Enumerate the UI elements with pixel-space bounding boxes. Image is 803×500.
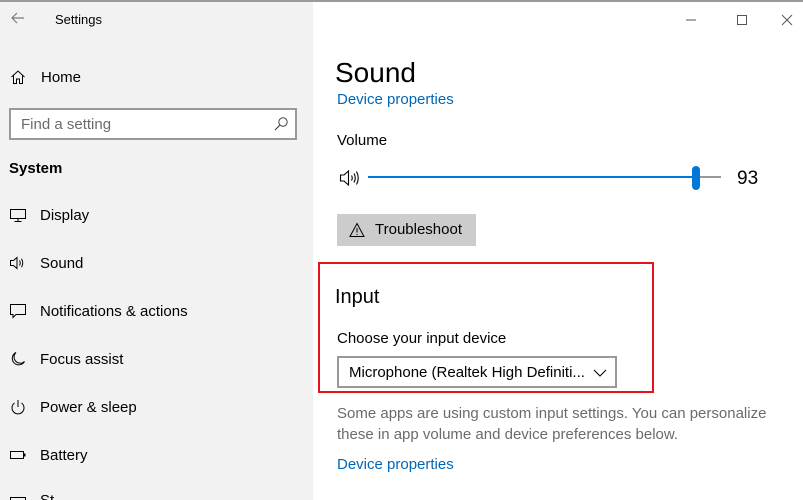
speaker-icon[interactable] — [339, 168, 365, 190]
display-icon — [9, 206, 27, 224]
sidebar-item-label: Power & sleep — [40, 398, 137, 416]
search-input[interactable]: Find a setting — [9, 108, 297, 140]
sidebar-item-label: Focus assist — [40, 350, 124, 368]
battery-icon — [9, 446, 27, 464]
sidebar-item-label: Battery — [40, 446, 88, 464]
maximize-icon — [737, 15, 747, 25]
speaker-icon — [9, 254, 27, 272]
input-heading: Input — [335, 286, 380, 308]
minimize-button[interactable] — [678, 8, 704, 32]
input-description: Some apps are using custom input setting… — [337, 405, 767, 443]
storage-icon — [9, 491, 27, 500]
back-arrow-icon — [11, 12, 24, 24]
home-icon — [9, 68, 27, 86]
troubleshoot-label: Troubleshoot — [375, 221, 462, 238]
chevron-down-icon — [593, 366, 607, 380]
input-device-value: Microphone (Realtek High Definiti... — [349, 364, 585, 381]
warning-icon — [349, 222, 365, 238]
device-properties-link-top[interactable]: Device properties — [337, 91, 454, 111]
volume-value: 93 — [737, 168, 759, 189]
search-icon[interactable] — [273, 116, 289, 132]
device-properties-link-bottom[interactable]: Device properties — [337, 456, 454, 473]
sidebar-item-power-sleep[interactable]: Power & sleep — [0, 387, 313, 427]
sidebar-item-home[interactable]: Home — [0, 57, 313, 97]
notifications-icon — [9, 302, 27, 320]
sidebar-item-notifications[interactable]: Notifications & actions — [0, 291, 313, 331]
moon-icon — [9, 350, 27, 368]
sidebar-item-label: Display — [40, 206, 90, 224]
sidebar-item-focus-assist[interactable]: Focus assist — [0, 339, 313, 379]
troubleshoot-button[interactable]: Troubleshoot — [337, 214, 476, 246]
sidebar-item-sound[interactable]: Sound — [0, 243, 313, 283]
sidebar-item-label: St — [40, 491, 55, 500]
section-label-system: System — [9, 160, 63, 177]
sidebar: Settings Home Find a setting System Disp… — [0, 2, 313, 500]
sidebar-item-label: Home — [41, 68, 82, 86]
sidebar-item-battery[interactable]: Battery — [0, 435, 313, 475]
sidebar-item-label: Notifications & actions — [40, 302, 188, 320]
close-button[interactable] — [774, 8, 800, 32]
main-content: Sound Device properties Volume 93 Troubl… — [313, 2, 803, 500]
choose-input-label: Choose your input device — [337, 330, 507, 347]
back-button[interactable] — [6, 6, 30, 30]
app-title: Settings — [55, 12, 102, 27]
input-device-dropdown[interactable]: Microphone (Realtek High Definiti... — [337, 356, 617, 388]
close-icon — [781, 14, 793, 26]
slider-thumb[interactable] — [692, 166, 701, 190]
maximize-button[interactable] — [729, 8, 755, 32]
page-title: Sound — [335, 57, 416, 88]
sidebar-item-storage[interactable]: St — [0, 480, 313, 500]
power-icon — [9, 398, 27, 416]
volume-label: Volume — [337, 132, 388, 149]
minimize-icon — [686, 19, 696, 21]
sidebar-item-label: Sound — [40, 254, 84, 272]
sidebar-item-display[interactable]: Display — [0, 195, 313, 235]
search-placeholder: Find a setting — [21, 116, 112, 133]
volume-slider[interactable] — [368, 166, 721, 190]
slider-fill — [368, 176, 697, 178]
